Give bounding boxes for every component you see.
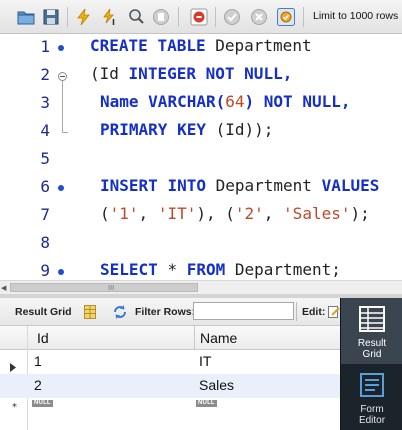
- toolbar-separator: [178, 7, 179, 27]
- execute-lightning-icon[interactable]: [75, 8, 93, 26]
- open-sql-script-icon[interactable]: [17, 8, 35, 26]
- line-number: 6: [40, 177, 50, 196]
- result-toolbar: Result Grid Filter Rows: Edit:: [0, 298, 340, 326]
- sql-editor-toolbar: I Limit to 1000 rows: [0, 0, 402, 34]
- toggle-error-icon[interactable]: [190, 8, 208, 26]
- code-text: SELECT * FROM Department;: [100, 260, 341, 279]
- stop-icon[interactable]: [152, 8, 170, 26]
- editor-horizontal-scrollbar[interactable]: ◀ III: [0, 280, 402, 294]
- side-label: Result Grid: [357, 338, 387, 360]
- scrollbar-grip: III: [108, 284, 115, 292]
- fold-toggle-icon[interactable]: [58, 72, 67, 81]
- code-line: 3 Name VARCHAR(64) NOT NULL,: [0, 90, 402, 118]
- line-number: 7: [40, 205, 50, 224]
- result-grid-label: Result Grid: [15, 306, 72, 318]
- column-divider[interactable]: [194, 326, 195, 350]
- cell-id[interactable]: 1: [34, 353, 42, 369]
- grid-layout-icon[interactable]: [84, 305, 96, 322]
- explain-magnifier-icon[interactable]: [127, 8, 145, 26]
- statement-marker-icon: [58, 269, 64, 275]
- statement-marker-icon: [58, 185, 64, 191]
- toolbar-separator: [67, 7, 68, 27]
- line-number: 9: [40, 261, 50, 280]
- form-editor-icon: [358, 371, 386, 403]
- result-grid-view-button[interactable]: Result Grid: [341, 298, 402, 364]
- code-line: 1 CREATE TABLE Department: [0, 34, 402, 62]
- side-label: Form Editor: [358, 404, 386, 426]
- toolbar-separator: [296, 302, 297, 321]
- cell-name[interactable]: IT: [199, 353, 211, 369]
- code-line: 4 PRIMARY KEY (Id));: [0, 118, 402, 146]
- grid-header: Id Name: [0, 326, 340, 350]
- code-line: 8: [0, 230, 402, 258]
- line-number: 8: [40, 233, 50, 252]
- line-number: 5: [40, 149, 50, 168]
- result-side-panel: Result Grid Form Editor: [340, 298, 402, 430]
- column-header-name[interactable]: Name: [200, 330, 237, 346]
- code-line: 9 SELECT * FROM Department;: [0, 258, 402, 280]
- code-text: PRIMARY KEY (Id));: [100, 120, 274, 139]
- toolbar-separator: [303, 7, 304, 27]
- line-number: 3: [40, 93, 50, 112]
- line-number: 1: [40, 37, 50, 56]
- scrollbar-thumb[interactable]: III: [10, 283, 198, 292]
- table-row[interactable]: 1 IT: [0, 350, 340, 374]
- code-line: 2 (Id INTEGER NOT NULL,: [0, 62, 402, 90]
- new-row-marker: *: [12, 402, 17, 413]
- svg-text:I: I: [112, 18, 115, 26]
- code-line: 5: [0, 146, 402, 174]
- code-text: INSERT INTO Department VALUES: [100, 176, 380, 195]
- new-row[interactable]: * NULL NULL: [0, 398, 340, 422]
- sql-editor[interactable]: 1 CREATE TABLE Department 2 (Id INTEGER …: [0, 34, 402, 280]
- code-line: 6 INSERT INTO Department VALUES: [0, 174, 402, 202]
- edit-label: Edit:: [302, 306, 326, 318]
- result-grid[interactable]: Id Name 1 IT 2 Sales * NULL NULL: [0, 326, 340, 430]
- execute-current-icon[interactable]: I: [101, 8, 119, 26]
- form-editor-view-button[interactable]: Form Editor: [341, 364, 402, 430]
- code-text: (Id INTEGER NOT NULL,: [90, 64, 293, 83]
- cell-id[interactable]: 2: [34, 377, 42, 393]
- table-row[interactable]: 2 Sales: [0, 374, 340, 398]
- filter-rows-label: Filter Rows:: [135, 306, 196, 318]
- line-number: 4: [40, 121, 50, 140]
- code-text: CREATE TABLE Department: [90, 36, 312, 55]
- column-header-id[interactable]: Id: [37, 330, 49, 346]
- code-line: 7 ('1', 'IT'), ('2', 'Sales');: [0, 202, 402, 230]
- limit-rows-select[interactable]: Limit to 1000 rows: [313, 10, 398, 22]
- filter-rows-input[interactable]: [193, 302, 294, 320]
- edit-pencil-icon[interactable]: [328, 305, 340, 322]
- line-number: 2: [40, 65, 50, 84]
- filter-refresh-icon[interactable]: [112, 304, 128, 323]
- code-text: ('1', 'IT'), ('2', 'Sales');: [100, 204, 370, 223]
- null-badge[interactable]: NULL: [196, 400, 217, 407]
- autocommit-toggle-icon[interactable]: [277, 8, 295, 26]
- commit-check-icon[interactable]: [223, 8, 241, 26]
- cell-name[interactable]: Sales: [199, 377, 234, 393]
- result-grid-icon: [358, 305, 386, 337]
- rollback-x-icon[interactable]: [250, 8, 268, 26]
- scroll-left-arrow-icon[interactable]: ◀: [1, 284, 6, 292]
- code-text: Name VARCHAR(64) NOT NULL,: [100, 92, 351, 111]
- toolbar-separator: [215, 7, 216, 27]
- null-badge[interactable]: NULL: [32, 400, 53, 407]
- save-script-icon[interactable]: [42, 8, 60, 26]
- statement-marker-icon: [58, 45, 64, 51]
